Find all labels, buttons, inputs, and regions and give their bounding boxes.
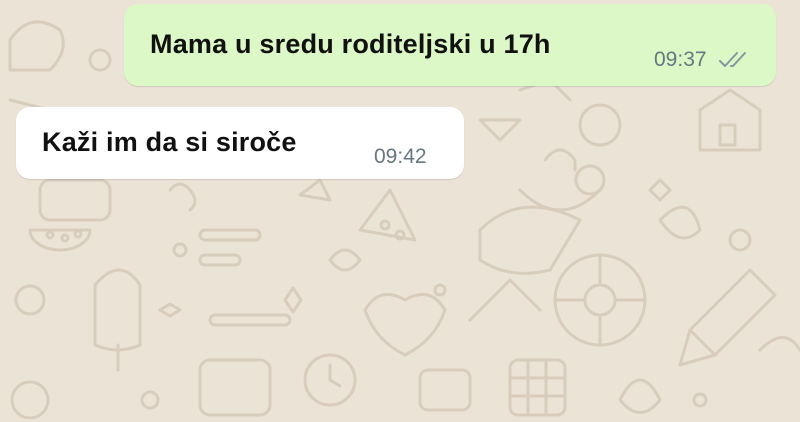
message-time: 09:37 [654, 48, 707, 71]
message-time: 09:42 [374, 145, 427, 168]
speaker-doodle-icon [478, 118, 522, 142]
face-doodle-icon [10, 380, 50, 420]
message-text: Kaži im da si siroče [42, 127, 297, 157]
double-check-icon [718, 52, 746, 67]
grid-doodle-icon [508, 358, 567, 417]
pizza-doodle-icon [358, 188, 417, 242]
wheelchair-doodle-icon [468, 278, 542, 322]
bag-doodle-icon [478, 205, 582, 275]
music-note-doodle-icon [543, 148, 577, 172]
card-doodle-icon [38, 178, 112, 222]
sparkle-doodle-icon [158, 302, 182, 318]
incoming-message-bubble[interactable]: Kaži im da si siroče 09:42 [16, 107, 464, 179]
flower-doodle-icon [578, 103, 622, 147]
plane-doodle-icon [298, 178, 332, 202]
heart-small-doodle-icon [658, 205, 702, 240]
squiggle-doodle-icon [168, 182, 197, 212]
circle-doodle-icon [88, 48, 112, 72]
message-text: Mama u sredu roditeljski u 17h [150, 29, 551, 59]
cross-doodle-icon [648, 178, 672, 202]
bottle-doodle-icon [728, 228, 752, 252]
heart-doodle-icon [363, 292, 447, 357]
message-meta: 09:37 [654, 48, 751, 72]
cake-doodle-icon [8, 20, 65, 72]
box-doodle-icon [418, 368, 472, 412]
phone-doodle-icon [198, 358, 272, 417]
popsicle-doodle-icon [93, 268, 142, 352]
outgoing-message-bubble[interactable]: Mama u sredu roditeljski u 17h 09:37 [124, 4, 776, 86]
flame-doodle-icon [618, 378, 662, 414]
star-doodle-icon [283, 286, 303, 314]
pencil-doodle-icon [688, 268, 777, 357]
house-doodle-icon [698, 88, 762, 152]
fish-doodle-icon [758, 336, 800, 352]
leaf-doodle-icon [328, 248, 362, 272]
message-meta: 09:42 [374, 145, 427, 169]
